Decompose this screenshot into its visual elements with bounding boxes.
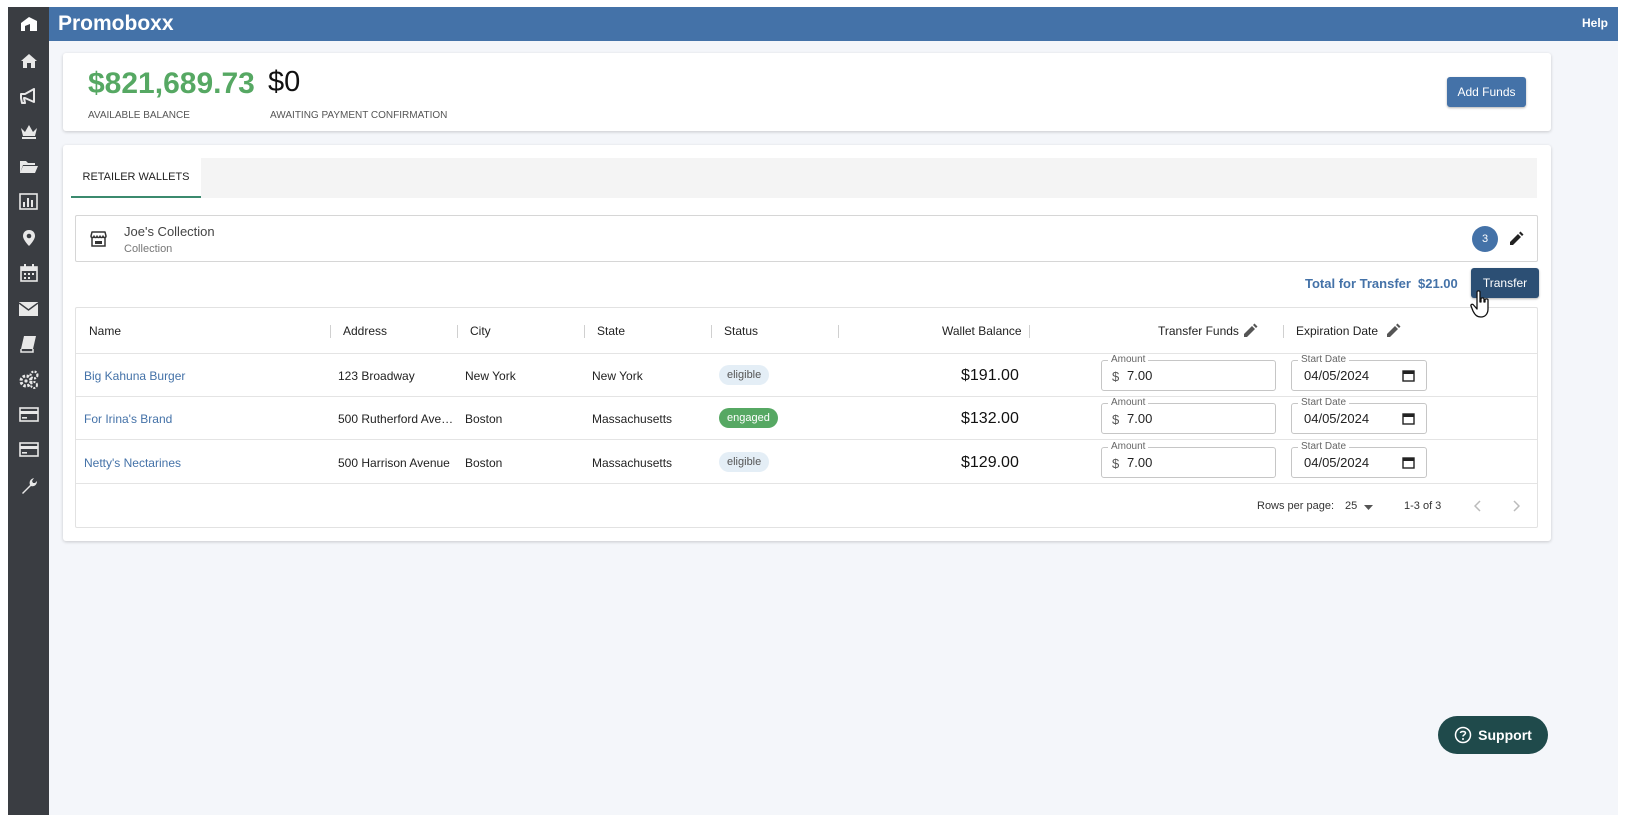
amount-field[interactable]: Amount $ 7.00 — [1101, 441, 1276, 478]
calendar-icon[interactable] — [1402, 369, 1415, 382]
gears-icon[interactable] — [18, 369, 39, 390]
amount-field[interactable]: Amount $ 7.00 — [1101, 354, 1276, 391]
sidebar — [8, 41, 49, 815]
pagination-range: 1-3 of 3 — [1404, 500, 1442, 512]
card-icon[interactable] — [18, 439, 39, 460]
tabs-bar: RETAILER WALLETS — [71, 158, 1537, 198]
column-header-transfer-funds[interactable]: Transfer Funds — [1158, 324, 1239, 338]
column-header-status[interactable]: Status — [724, 324, 758, 338]
available-balance-label: AVAILABLE BALANCE — [88, 110, 190, 121]
status-badge: eligible — [719, 452, 770, 472]
balance-card: $821,689.73 AVAILABLE BALANCE $0 AWAITIN… — [63, 53, 1551, 131]
city-cell: New York — [465, 369, 516, 383]
retailer-name: Joe's Collection — [124, 224, 215, 239]
awaiting-payment-label: AWAITING PAYMENT CONFIRMATION — [270, 110, 448, 121]
retailer-count-badge: 3 — [1472, 226, 1498, 252]
column-divider — [457, 325, 458, 338]
row-divider — [76, 439, 1537, 440]
home-icon[interactable] — [18, 50, 39, 71]
start-date-field[interactable]: Start Date 04/05/2024 — [1291, 441, 1427, 478]
wallets-table: Name Address City State Status Wallet Ba… — [75, 307, 1538, 528]
start-date-field[interactable]: Start Date 04/05/2024 — [1291, 354, 1427, 391]
wallet-balance: $129.00 — [961, 454, 1019, 471]
column-header-state[interactable]: State — [597, 324, 625, 338]
top-bar: Promoboxx Help — [8, 7, 1618, 41]
mail-icon[interactable] — [18, 298, 39, 319]
start-date-field[interactable]: Start Date 04/05/2024 — [1291, 397, 1427, 434]
logo-icon[interactable] — [8, 7, 49, 41]
retailer-link[interactable]: Big Kahuna Burger — [84, 369, 185, 383]
book-icon[interactable] — [18, 333, 39, 354]
card-icon[interactable] — [18, 404, 39, 425]
app-title: Promoboxx — [58, 12, 174, 35]
edit-pencil-icon[interactable] — [1385, 323, 1401, 339]
column-divider — [584, 325, 585, 338]
column-divider — [330, 325, 331, 338]
total-for-transfer-value: $21.00 — [1418, 276, 1458, 291]
wallet-balance: $191.00 — [961, 367, 1019, 384]
address-cell: 500 Rutherford Ave… — [338, 412, 454, 426]
available-balance-amount: $821,689.73 — [88, 67, 255, 100]
chevron-right-icon[interactable] — [1512, 500, 1520, 512]
column-divider — [1283, 325, 1284, 338]
retailer-selector[interactable]: Joe's Collection Collection 3 — [75, 215, 1538, 262]
crown-icon[interactable] — [18, 121, 39, 142]
retailer-link[interactable]: Netty's Nectarines — [84, 456, 181, 470]
column-header-expiration-date[interactable]: Expiration Date — [1296, 324, 1378, 338]
column-divider — [711, 325, 712, 338]
app-frame: Promoboxx Help $821,689.73 AVAILABLE BAL… — [8, 7, 1618, 815]
edit-pencil-icon[interactable] — [1508, 231, 1524, 247]
retailer-link[interactable]: For Irina's Brand — [84, 412, 172, 426]
column-header-name[interactable]: Name — [89, 324, 121, 338]
address-cell: 500 Harrison Avenue — [338, 456, 450, 470]
status-badge: engaged — [719, 408, 778, 428]
add-funds-button[interactable]: Add Funds — [1447, 77, 1526, 107]
column-divider — [1029, 325, 1030, 338]
wallet-balance: $132.00 — [961, 410, 1019, 427]
total-for-transfer-label: Total for Transfer — [1305, 276, 1411, 291]
chevron-left-icon[interactable] — [1474, 500, 1482, 512]
wrench-icon[interactable] — [18, 475, 39, 496]
row-divider — [76, 483, 1537, 484]
address-cell: 123 Broadway — [338, 369, 415, 383]
tab-retailer-wallets[interactable]: RETAILER WALLETS — [71, 158, 201, 198]
support-button[interactable]: Support — [1438, 716, 1548, 754]
city-cell: Boston — [465, 456, 503, 470]
calendar-icon[interactable] — [1402, 412, 1415, 425]
retailer-type: Collection — [124, 243, 173, 255]
help-link[interactable]: Help — [1582, 16, 1608, 30]
help-circle-icon — [1454, 726, 1472, 744]
megaphone-icon[interactable] — [18, 85, 39, 106]
calendar-icon[interactable] — [18, 262, 39, 283]
state-cell: New York — [592, 369, 643, 383]
edit-pencil-icon[interactable] — [1242, 323, 1258, 339]
awaiting-payment-amount: $0 — [268, 66, 301, 98]
chart-icon[interactable] — [18, 191, 39, 212]
calendar-icon[interactable] — [1402, 456, 1415, 469]
support-label: Support — [1478, 727, 1532, 743]
column-header-city[interactable]: City — [470, 324, 491, 338]
status-badge: eligible — [719, 365, 770, 385]
amount-field[interactable]: Amount $ 7.00 — [1101, 397, 1276, 434]
store-icon — [90, 231, 107, 247]
state-cell: Massachusetts — [592, 412, 673, 426]
hand-cursor-icon — [1470, 290, 1489, 318]
folder-icon[interactable] — [18, 156, 39, 177]
state-cell: Massachusetts — [592, 456, 673, 470]
column-header-address[interactable]: Address — [343, 324, 387, 338]
map-pin-icon[interactable] — [18, 227, 39, 248]
column-header-wallet-balance[interactable]: Wallet Balance — [942, 324, 1022, 338]
city-cell: Boston — [465, 412, 503, 426]
retailer-wallets-card: RETAILER WALLETS Joe's Collection Collec… — [63, 145, 1551, 541]
rows-per-page-select[interactable]: 25 — [1345, 500, 1357, 512]
rows-per-page-label: Rows per page: — [1257, 500, 1335, 512]
chevron-down-icon[interactable] — [1364, 505, 1373, 510]
column-divider — [838, 325, 839, 338]
